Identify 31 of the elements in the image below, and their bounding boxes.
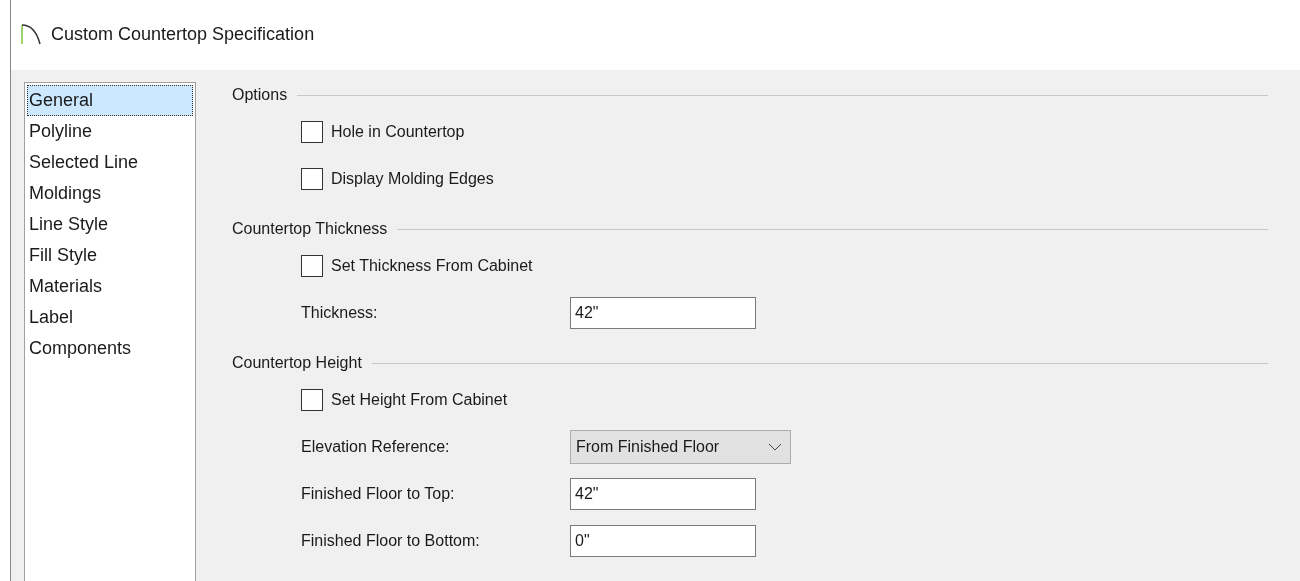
- checkbox[interactable]: [301, 167, 323, 190]
- category-item[interactable]: Line Style: [27, 209, 193, 240]
- field-label: Elevation Reference:: [301, 436, 451, 457]
- checkbox-label: Set Height From Cabinet: [331, 389, 508, 410]
- checkbox[interactable]: [301, 120, 323, 143]
- category-item[interactable]: General: [27, 85, 193, 116]
- checkbox-label: Set Thickness From Cabinet: [331, 255, 533, 276]
- section-heading: Countertop Thickness: [232, 219, 388, 239]
- input-field[interactable]: 42": [570, 296, 756, 329]
- chevron-down-icon: [768, 442, 782, 451]
- category-item[interactable]: Materials: [27, 271, 193, 302]
- category-item[interactable]: Fill Style: [27, 240, 193, 271]
- app-icon: [21, 23, 41, 45]
- category-item[interactable]: Components: [27, 333, 193, 364]
- input-field[interactable]: 42": [570, 477, 756, 510]
- checkbox[interactable]: [301, 254, 323, 277]
- section-heading: Countertop Height: [232, 353, 362, 373]
- field-label: Finished Floor to Top:: [301, 483, 456, 504]
- category-item[interactable]: Label: [27, 302, 193, 333]
- category-item[interactable]: Selected Line: [27, 147, 193, 178]
- input-field[interactable]: 0": [570, 524, 756, 557]
- dropdown[interactable]: From Finished Floor: [570, 429, 791, 464]
- section-heading: Options: [232, 85, 288, 105]
- checkbox-label: Hole in Countertop: [331, 121, 465, 142]
- field-label: Thickness:: [301, 302, 379, 323]
- checkbox[interactable]: [301, 388, 323, 411]
- field-label: Finished Floor to Bottom:: [301, 530, 481, 551]
- category-item[interactable]: Polyline: [27, 116, 193, 147]
- category-item[interactable]: Moldings: [27, 178, 193, 209]
- checkbox-label: Display Molding Edges: [331, 168, 494, 189]
- window-title: Custom Countertop Specification: [51, 22, 315, 46]
